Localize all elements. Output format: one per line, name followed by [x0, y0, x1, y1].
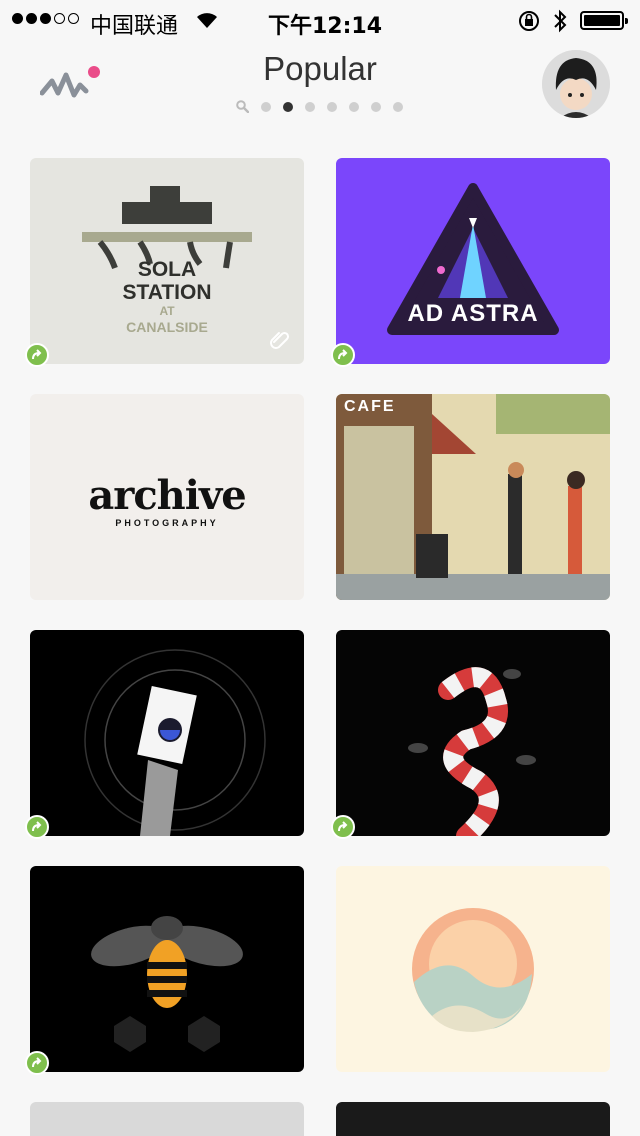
sunrise-logo-artwork	[412, 908, 534, 1032]
snake-artwork	[408, 667, 536, 836]
search-icon[interactable]	[236, 100, 249, 113]
rebound-icon	[25, 815, 49, 839]
shot-card[interactable]: CAFE	[336, 394, 610, 600]
rebound-icon	[331, 343, 355, 367]
shot-card[interactable]	[30, 1102, 304, 1136]
page-dot[interactable]	[261, 101, 271, 112]
shot-card[interactable]	[30, 866, 304, 1072]
wifi-icon	[197, 13, 217, 28]
shot-title: SOLA	[137, 258, 197, 281]
page-dot[interactable]	[327, 101, 337, 112]
rebound-icon	[331, 815, 355, 839]
shot-card[interactable]: AD ASTRA	[336, 158, 610, 364]
cafe-artwork	[336, 394, 610, 600]
page-indicator[interactable]	[236, 100, 403, 113]
ad-astra-artwork	[387, 183, 559, 335]
hand-card-artwork	[84, 649, 266, 836]
shot-card[interactable]	[336, 630, 610, 836]
page-dot[interactable]	[393, 101, 403, 112]
shot-card[interactable]	[336, 1102, 610, 1136]
carrier-name: 中国联通	[90, 14, 179, 39]
shot-subtitle: PHOTOGRAPHY	[115, 518, 219, 528]
shot-title: AD ASTRA	[407, 300, 539, 327]
user-avatar[interactable]	[542, 50, 610, 118]
bluetooth-icon	[554, 9, 567, 33]
rotation-lock-icon	[519, 11, 539, 31]
shot-card[interactable]	[336, 866, 610, 1072]
signal-strength-icon	[12, 13, 79, 24]
shot-subtitle: CANALSIDE	[126, 319, 208, 335]
shot-title: CAFE	[344, 398, 396, 415]
shot-subtitle: AT	[159, 304, 175, 318]
shot-card[interactable]: archive PHOTOGRAPHY	[30, 394, 304, 600]
status-time: 下午12:14	[268, 14, 383, 39]
status-bar: 中国联通 下午12:14	[0, 0, 640, 40]
attachment-icon	[270, 331, 290, 349]
battery-icon	[580, 11, 628, 30]
page-dot[interactable]	[371, 101, 381, 112]
page-dot-active[interactable]	[283, 101, 293, 112]
shot-card[interactable]: SOLA STATION AT CANALSIDE	[30, 158, 304, 364]
page-dot[interactable]	[349, 101, 359, 112]
rebound-icon	[25, 343, 49, 367]
page-dot[interactable]	[305, 101, 315, 112]
bee-artwork	[91, 916, 243, 1052]
shot-title: STATION	[122, 281, 212, 304]
shot-title: archive	[88, 472, 246, 519]
rebound-icon	[25, 1051, 49, 1075]
shot-card[interactable]	[30, 630, 304, 836]
